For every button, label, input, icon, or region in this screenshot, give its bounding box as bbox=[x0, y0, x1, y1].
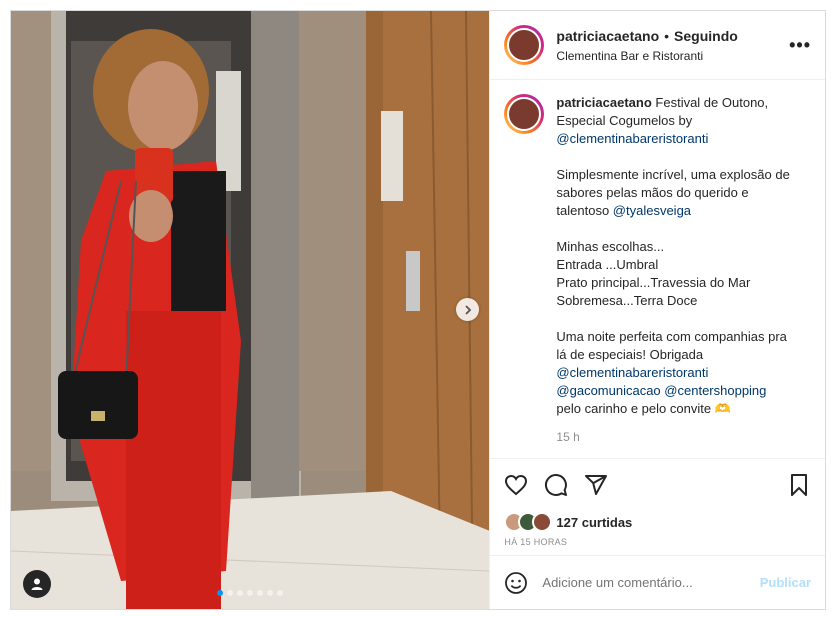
follow-status-button[interactable]: Seguindo bbox=[674, 28, 738, 44]
username-link[interactable]: patriciacaetano bbox=[556, 28, 659, 44]
likes-count-link[interactable]: 127 curtidas bbox=[556, 515, 632, 530]
next-photo-button[interactable] bbox=[456, 298, 479, 321]
share-icon bbox=[585, 475, 608, 495]
post-side-panel: patriciacaetano • Seguindo Clementina Bar … bbox=[489, 11, 825, 609]
caption-line: pelo carinho e pelo convite 🫶 bbox=[556, 401, 731, 416]
carousel-dot bbox=[227, 590, 234, 596]
share-button[interactable] bbox=[584, 473, 608, 497]
comment-icon bbox=[545, 474, 568, 496]
likes-summary: 127 curtidas bbox=[490, 511, 825, 533]
separator: • bbox=[664, 27, 670, 44]
mention-link[interactable]: @gacomunicacao bbox=[556, 383, 660, 398]
carousel-dot bbox=[217, 590, 224, 596]
avatar[interactable] bbox=[504, 94, 545, 134]
caption-text: patriciacaetano Festival de Outono, Espe… bbox=[556, 94, 796, 446]
caption-section: patriciacaetano Festival de Outono, Espe… bbox=[490, 80, 825, 459]
comment-button[interactable] bbox=[544, 473, 568, 497]
post-timestamp[interactable]: HÁ 15 HORAS bbox=[490, 533, 825, 555]
carousel-dot bbox=[257, 590, 264, 596]
save-icon bbox=[791, 474, 807, 496]
caption-line: Minhas escolhas... bbox=[556, 239, 665, 254]
carousel-indicator bbox=[11, 590, 489, 596]
save-button[interactable] bbox=[787, 473, 811, 497]
caption-paragraph: Uma noite perfeita com companhias pra lá… bbox=[556, 329, 787, 362]
publish-button[interactable]: Publicar bbox=[760, 575, 811, 590]
caption-line: Sobremesa...Terra Doce bbox=[556, 293, 698, 308]
caption-line: Prato principal...Travessia do Mar bbox=[556, 275, 751, 290]
comment-composer: Publicar bbox=[490, 555, 825, 609]
carousel-dot bbox=[237, 590, 244, 596]
more-options-icon[interactable]: ••• bbox=[789, 35, 811, 56]
carousel-dot bbox=[277, 590, 284, 596]
caption-username[interactable]: patriciacaetano bbox=[556, 95, 651, 110]
location-link[interactable]: Clementina Bar e Ristoranti bbox=[556, 49, 789, 63]
action-bar bbox=[490, 459, 825, 511]
mention-link[interactable]: @clementinabareristoranti bbox=[556, 364, 796, 382]
like-icon bbox=[505, 474, 528, 496]
avatar bbox=[532, 512, 553, 532]
mention-link[interactable]: @tyalesveiga bbox=[613, 203, 691, 218]
emoji-icon[interactable] bbox=[504, 571, 528, 595]
caption-line: Entrada ...Umbral bbox=[556, 257, 659, 272]
mention-link[interactable]: @centershopping bbox=[664, 383, 766, 398]
caption-timestamp[interactable]: 15 h bbox=[556, 428, 796, 446]
post-header: patriciacaetano • Seguindo Clementina Bar … bbox=[490, 11, 825, 80]
next-arrow-icon bbox=[464, 304, 471, 315]
post-photo[interactable] bbox=[11, 11, 490, 609]
mention-link[interactable]: @clementinabareristoranti bbox=[556, 131, 708, 146]
post-dialog: patriciacaetano • Seguindo Clementina Bar … bbox=[10, 10, 826, 610]
carousel-dot bbox=[247, 590, 254, 596]
avatar[interactable] bbox=[504, 25, 545, 65]
carousel-dot bbox=[267, 590, 274, 596]
user-tag-icon bbox=[31, 578, 43, 590]
comment-input[interactable] bbox=[542, 575, 760, 590]
photo-image bbox=[11, 11, 490, 609]
like-button[interactable] bbox=[504, 473, 528, 497]
